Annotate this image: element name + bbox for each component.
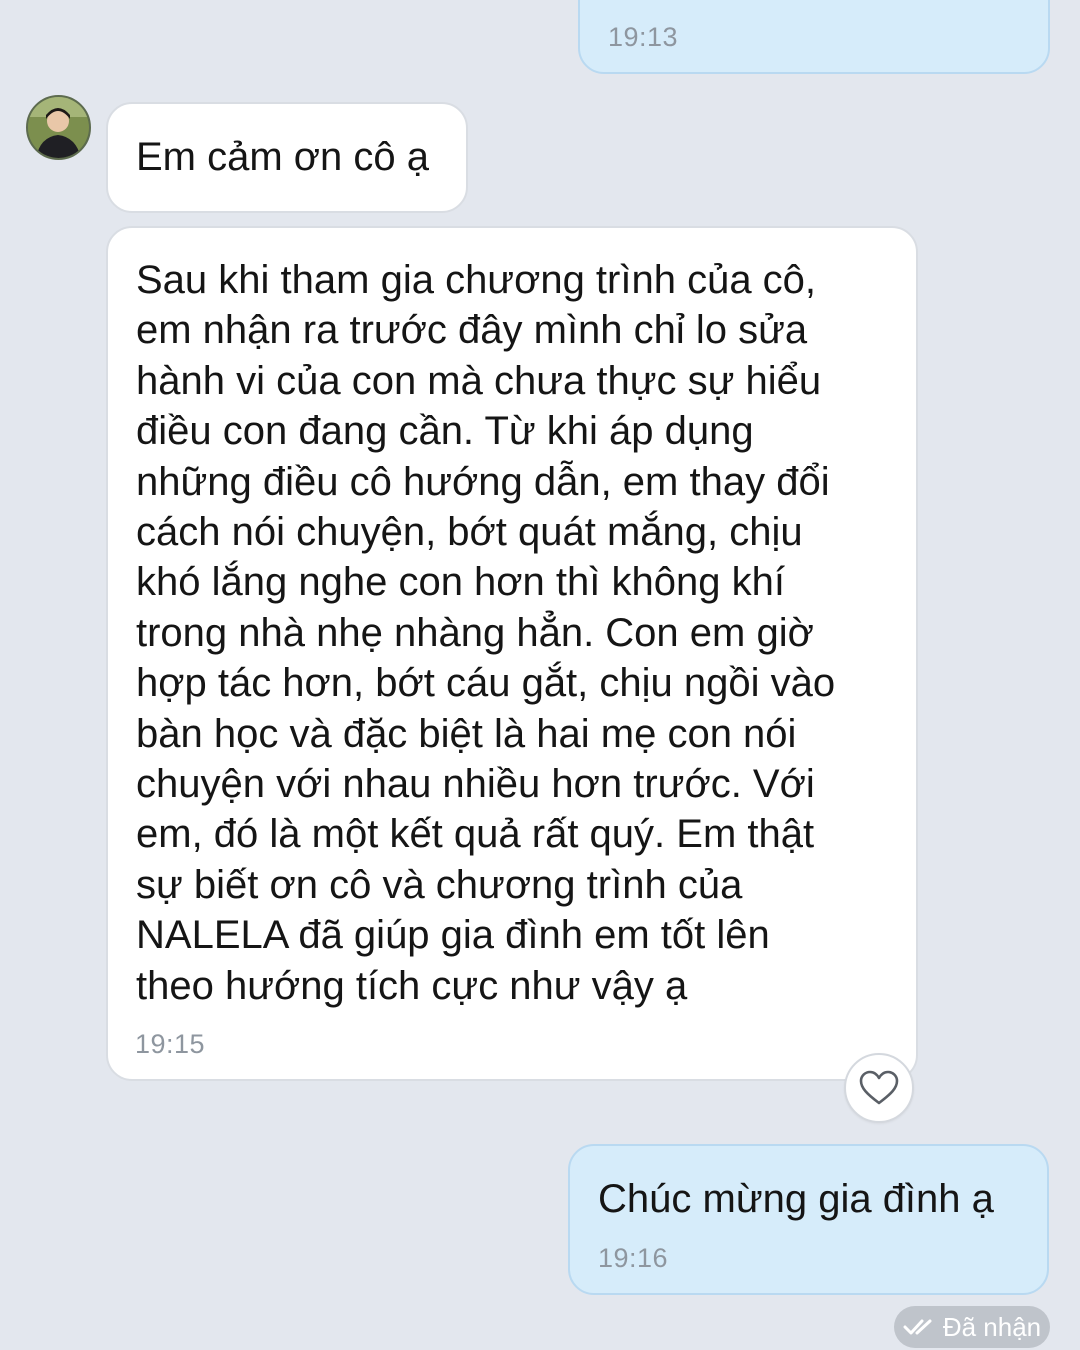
double-check-icon xyxy=(903,1319,932,1335)
delivery-status-label: Đã nhận xyxy=(942,1311,1042,1342)
message-timestamp: 19:13 xyxy=(608,22,679,52)
message-text: Sau khi tham gia chương trình của cô, em… xyxy=(136,258,836,1008)
message-text: Em cảm ơn cô ạ xyxy=(136,135,429,179)
message-timestamp: 19:15 xyxy=(135,1029,206,1059)
message-timestamp: 19:16 xyxy=(598,1243,669,1273)
message-text: Chúc mừng gia đình ạ xyxy=(598,1177,994,1221)
heart-icon xyxy=(859,1070,899,1105)
contact-avatar[interactable] xyxy=(26,95,91,160)
delivery-status-badge: Đã nhận xyxy=(894,1306,1050,1348)
react-heart-button[interactable] xyxy=(844,1053,914,1123)
avatar-image xyxy=(28,97,89,158)
